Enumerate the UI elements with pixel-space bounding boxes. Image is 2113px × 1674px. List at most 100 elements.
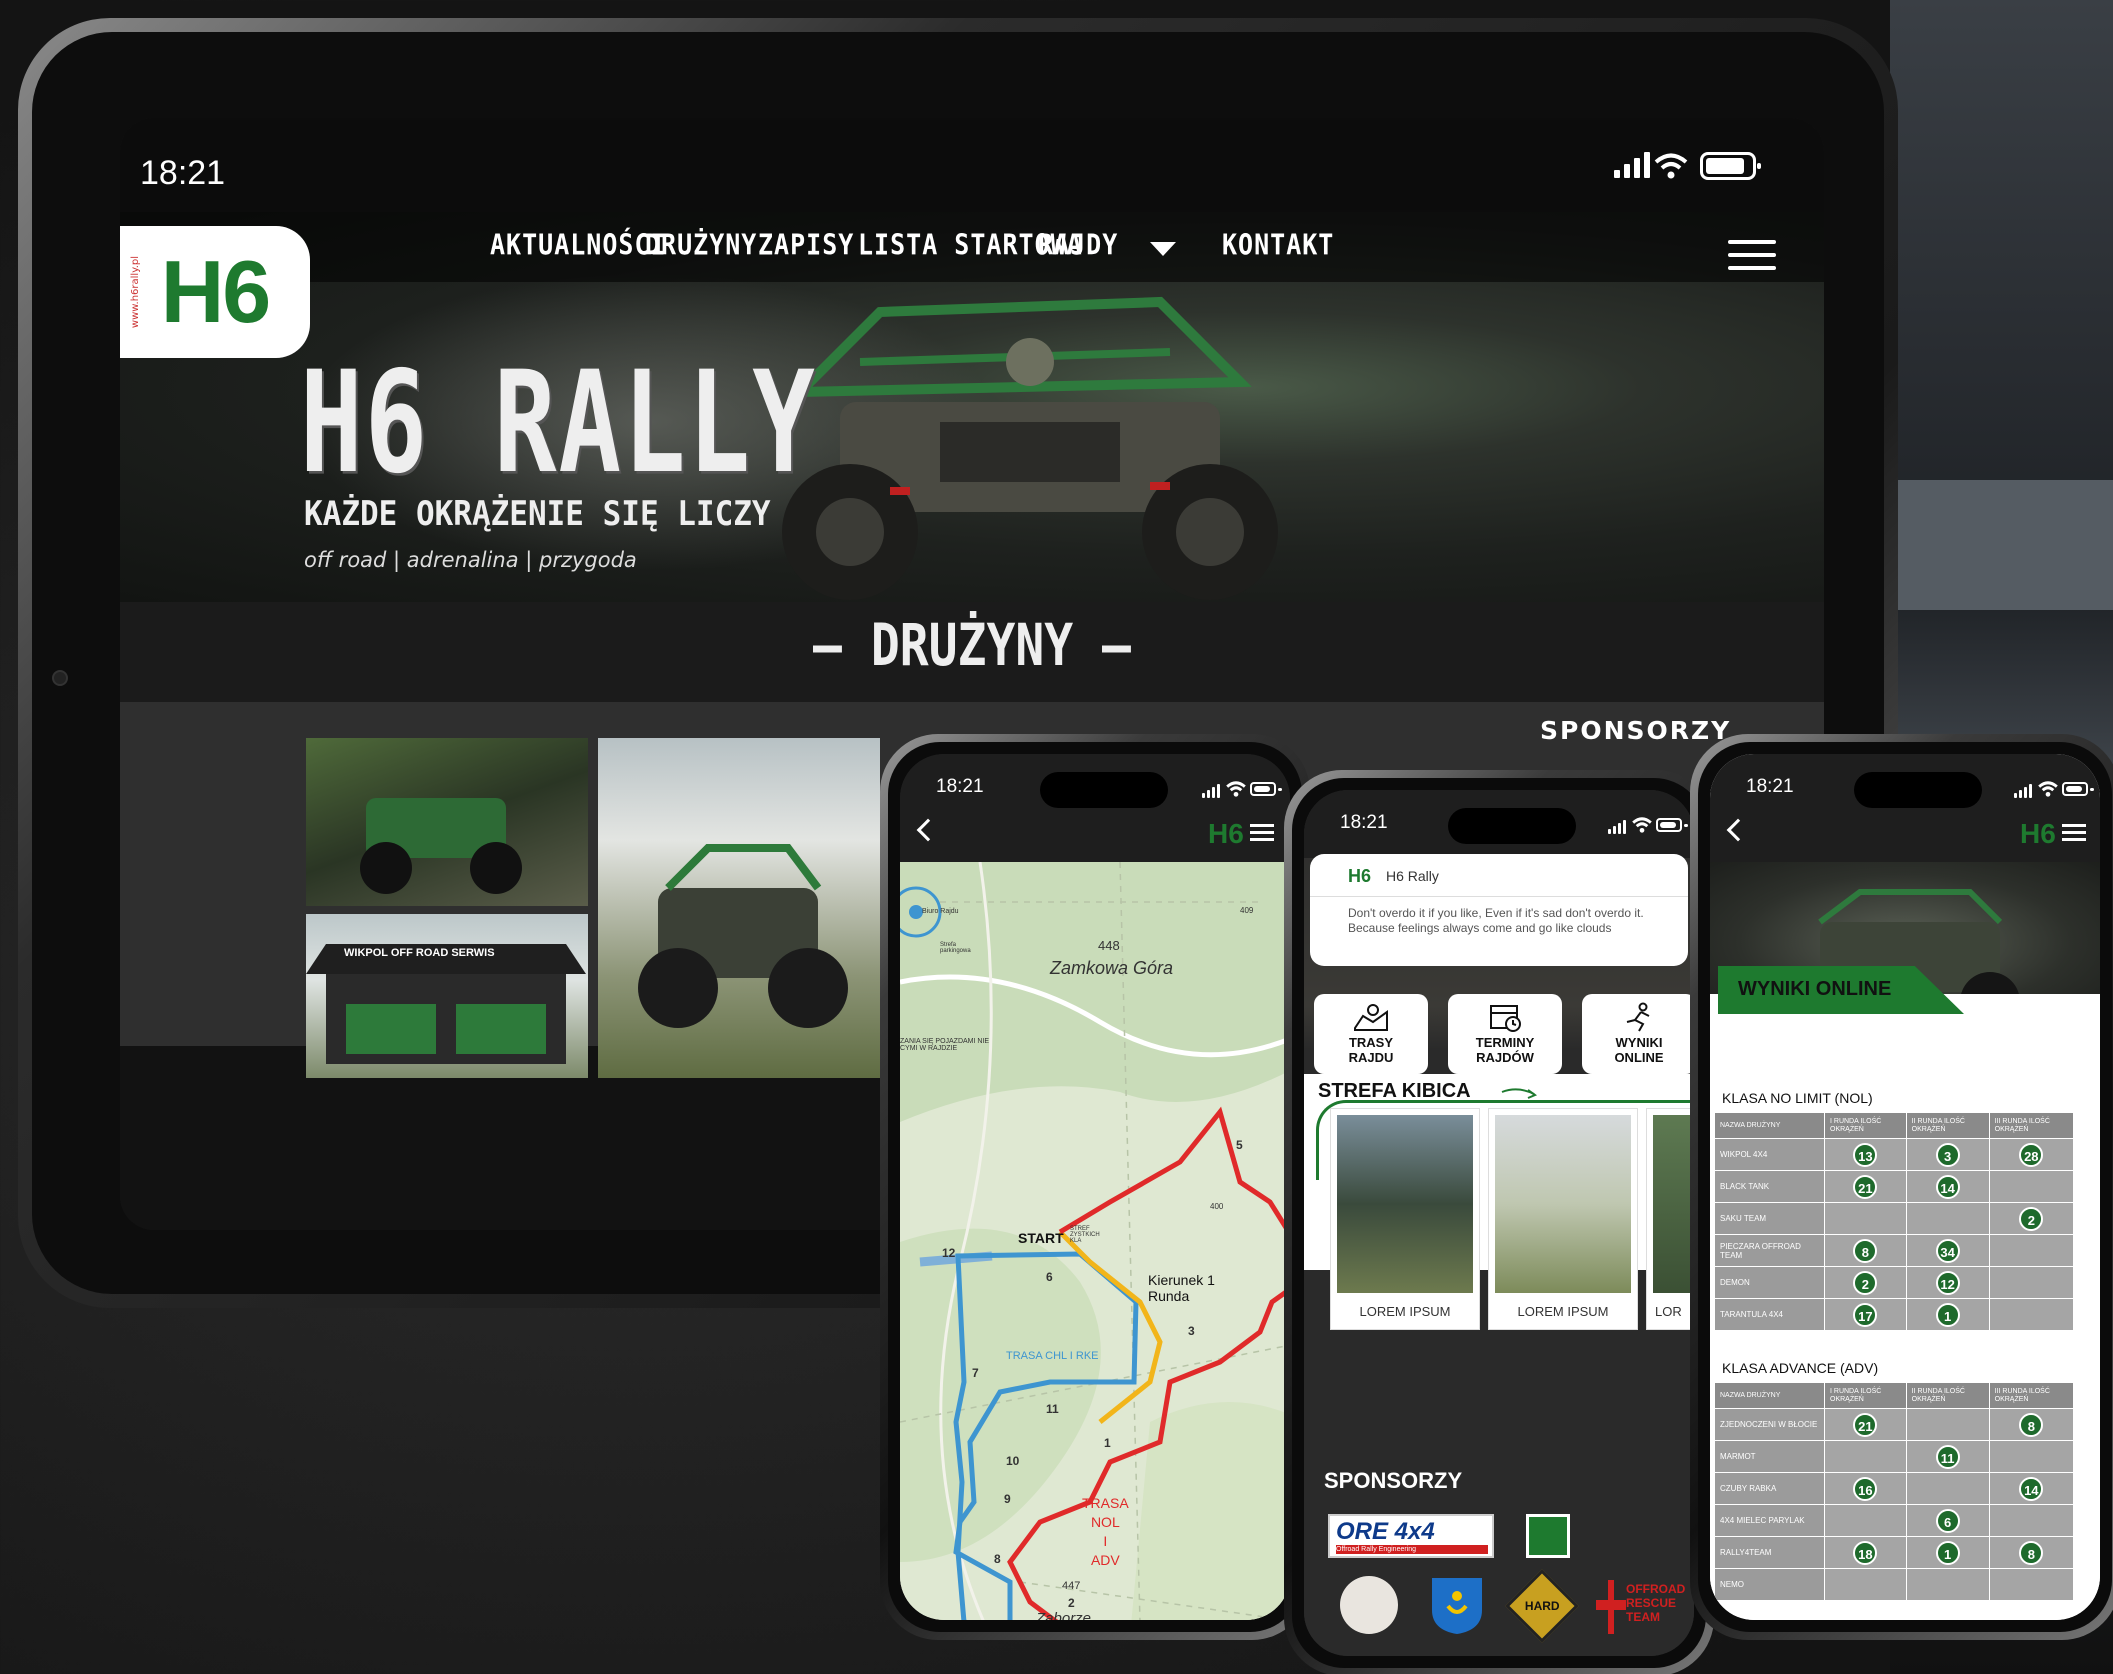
checkpoint-8: 8 <box>994 1552 1001 1566</box>
lap-count-cell: 16 <box>1824 1472 1907 1505</box>
team-photo-tent[interactable]: WIKPOL OFF ROAD SERWIS <box>306 914 588 1078</box>
team-name: TARANTULA 4X4 <box>1714 1298 1825 1331</box>
notification-logo: H6 <box>1348 866 1372 886</box>
lap-count-cell <box>1824 1504 1907 1537</box>
sponsor-rescue-text: OFFROAD RESCUE TEAM <box>1626 1582 1686 1624</box>
results-screen: 18:21 H6 WYNIKI ONLINE KLASA NO LIMIT (N… <box>1710 754 2100 1620</box>
col-header-r3: III RUNDA ILOŚĆ OKRĄŻEŃ <box>1988 1382 2075 1409</box>
nav-kontakt[interactable]: KONTAKT <box>1222 228 1334 261</box>
lap-count-cell: 17 <box>1824 1298 1907 1331</box>
lap-count-badge: 13 <box>1853 1142 1878 1167</box>
wifi-icon <box>1632 817 1652 833</box>
sponsor-runa-logo[interactable] <box>1340 1576 1398 1634</box>
map-label-447: 447 <box>1062 1580 1081 1592</box>
notification-banner[interactable]: H6 H6 Rally Don't overdo it if you like,… <box>1310 854 1688 966</box>
photo-card-label: LOREM IPSUM <box>1517 1304 1609 1319</box>
brand-logo: H6 <box>1208 818 1244 849</box>
lap-count-cell <box>1905 1408 1990 1441</box>
table-row: NEMO <box>1714 1568 2075 1601</box>
runner-icon <box>1626 1002 1650 1032</box>
h6-logo[interactable]: www.h6rally.pl H6 <box>120 226 310 358</box>
nav-aktualnosci[interactable]: AKTUALNOŚCI <box>490 228 667 261</box>
lap-count-cell: 1 <box>1905 1298 1990 1331</box>
lap-count-cell: 21 <box>1824 1170 1907 1203</box>
menu-icon[interactable] <box>1250 824 1274 842</box>
class-heading-nol: KLASA NO LIMIT (NOL) <box>1722 1090 1873 1106</box>
nav-druzyny[interactable]: DRUŻYNY <box>645 228 757 261</box>
sponsor-rescue-logo[interactable]: OFFROAD RESCUE TEAM <box>1596 1576 1686 1638</box>
table-row: MARMOT 11 <box>1714 1440 2075 1473</box>
menu-icon[interactable] <box>2062 824 2086 842</box>
lap-count-badge: 1 <box>1935 1302 1960 1327</box>
chevron-down-icon[interactable] <box>1150 242 1176 258</box>
photo-card[interactable]: LOREM IPSUM <box>1330 1108 1480 1330</box>
app-nav: H6 <box>900 810 1290 862</box>
battery-icon <box>2062 782 2094 796</box>
class-heading-adv: KLASA ADVANCE (ADV) <box>1722 1360 1879 1376</box>
arrow-right-icon <box>1501 1088 1538 1099</box>
signal-icon <box>1202 784 1220 798</box>
nav-rajdy[interactable]: RAJDY <box>1038 228 1118 261</box>
photo-card[interactable]: LOREM IPSUM <box>1488 1108 1638 1330</box>
team-photo-forest[interactable] <box>306 738 588 906</box>
checkpoint-1: 1 <box>1104 1436 1111 1450</box>
table-row: SAKU TEAM 2 <box>1714 1202 2075 1235</box>
sponsor-crest-logo[interactable] <box>1430 1576 1484 1636</box>
lap-count-badge: 34 <box>1935 1238 1960 1263</box>
team-name: ZJEDNOCZENI W BŁOCIE <box>1714 1408 1825 1441</box>
route-map[interactable]: Biuro Rajdu Strefa parkingowa 448 Zamkow… <box>900 862 1290 1620</box>
lap-count-cell: 12 <box>1905 1266 1990 1299</box>
sponsor-ore4x4[interactable]: ORE 4x4 Offroad Rally Engineering <box>1328 1514 1494 1558</box>
lap-count-cell: 8 <box>1988 1536 2075 1569</box>
lap-count-badge: 21 <box>1853 1412 1878 1437</box>
back-icon[interactable] <box>916 818 940 842</box>
lap-count-badge: 8 <box>2019 1412 2044 1437</box>
lap-count-badge: 1 <box>1935 1540 1960 1565</box>
nav-zapisy[interactable]: ZAPISY <box>758 228 854 261</box>
table-row: 4X4 MIELEC PARYLAK 6 <box>1714 1504 2075 1537</box>
card-trasy-rajdu[interactable]: TRASY RAJDU <box>1314 994 1428 1074</box>
lap-count-badge: 2 <box>1853 1270 1878 1295</box>
lap-count-cell: 14 <box>1988 1472 2075 1505</box>
card-label: TRASY RAJDU <box>1348 1035 1394 1065</box>
team-name: WIKPOL 4X4 <box>1714 1138 1825 1171</box>
col-header-r1: I RUNDA ILOŚĆ OKRĄŻEŃ <box>1824 1112 1907 1139</box>
photo-card[interactable]: LOR <box>1646 1108 1694 1330</box>
wifi-icon <box>1226 781 1246 797</box>
map-screen: 18:21 H6 Biuro Rajdu Strefa parkingowa 4… <box>900 754 1290 1620</box>
logo-text: H6 <box>160 242 271 341</box>
lap-count-cell: 8 <box>1824 1234 1907 1267</box>
card-wyniki-online[interactable]: WYNIKI ONLINE <box>1582 994 1694 1074</box>
table-row: BLACK TANK 21 14 <box>1714 1170 2075 1203</box>
lap-count-cell: 1 <box>1905 1536 1990 1569</box>
signal-icon <box>1614 152 1650 178</box>
lap-count-cell <box>1988 1298 2075 1331</box>
team-name: MARMOT <box>1714 1440 1825 1473</box>
checkpoint-3: 3 <box>1188 1324 1195 1338</box>
lap-count-cell: 8 <box>1988 1408 2075 1441</box>
tent-banner-text: WIKPOL OFF ROAD SERWIS <box>344 947 495 959</box>
menu-icon[interactable] <box>1728 240 1776 270</box>
battery-icon <box>1656 818 1688 832</box>
map-label-strefa: Strefa parkingowa <box>940 942 971 954</box>
lap-count-badge: 14 <box>2019 1476 2044 1501</box>
dynamic-island <box>1854 772 1982 808</box>
table-row: WIKPOL 4X4 13 3 28 <box>1714 1138 2075 1171</box>
col-header-team: NAZWA DRUŻYNY <box>1714 1112 1825 1139</box>
checkpoint-2: 2 <box>1068 1596 1075 1610</box>
status-time: 18:21 <box>936 776 984 797</box>
lap-count-cell: 2 <box>1824 1266 1907 1299</box>
sponsor-ore-text: ORE 4x4 <box>1336 1518 1435 1545</box>
lap-count-cell <box>1988 1504 2075 1537</box>
signal-icon <box>2014 784 2032 798</box>
card-terminy-rajdow[interactable]: TERMINY RAJDÓW <box>1448 994 1562 1074</box>
col-header-r1: I RUNDA ILOŚĆ OKRĄŻEŃ <box>1824 1382 1907 1409</box>
signal-icon <box>1608 820 1626 834</box>
lap-count-badge: 18 <box>1853 1540 1878 1565</box>
back-icon[interactable] <box>1726 818 1750 842</box>
sponsor-green-logo[interactable] <box>1526 1514 1570 1558</box>
sponsor-ore-sub: Offroad Rally Engineering <box>1336 1545 1488 1554</box>
team-photo-buggy-jump[interactable] <box>598 738 880 1078</box>
lap-count-badge: 16 <box>1853 1476 1878 1501</box>
sponsors-heading: SPONSORZY <box>1540 716 1732 745</box>
